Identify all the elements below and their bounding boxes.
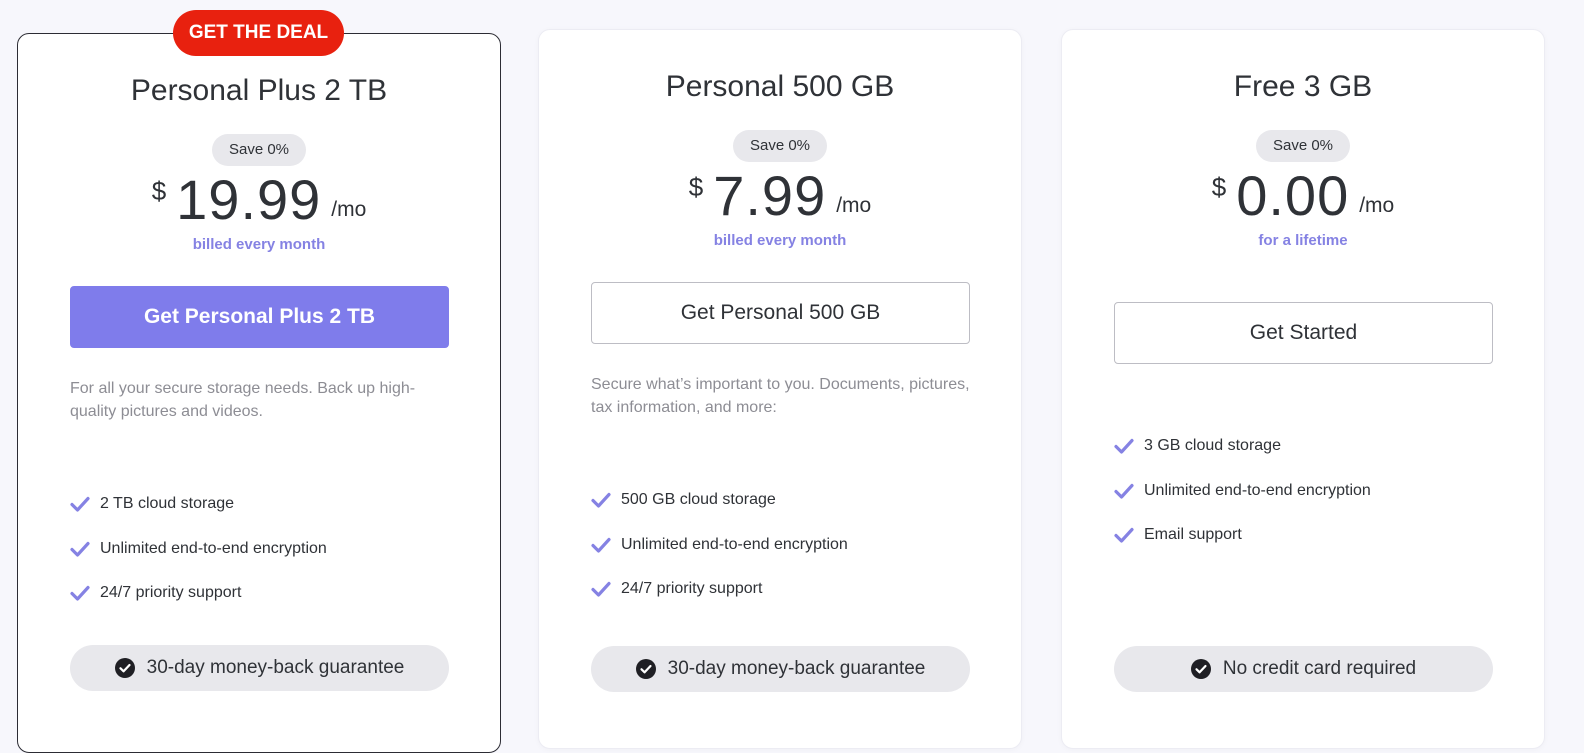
guarantee-text: 30-day money-back guarantee <box>146 657 405 678</box>
get-the-deal-badge: GET THE DEAL <box>173 10 344 56</box>
feature-label: Unlimited end-to-end encryption <box>621 535 848 553</box>
feature-label: 3 GB cloud storage <box>1144 437 1281 455</box>
feature-item: 2 TB cloud storage <box>70 482 327 527</box>
feature-item: Unlimited end-to-end encryption <box>1114 469 1371 514</box>
guarantee-text: No credit card required <box>1222 658 1417 679</box>
checkmark-icon <box>1114 483 1134 499</box>
save-badge: Save 0% <box>212 134 306 166</box>
feature-list: 500 GB cloud storage Unlimited end-to-en… <box>591 478 848 612</box>
feature-label: Unlimited end-to-end encryption <box>1144 481 1371 499</box>
price: $ 0.00 /mo <box>1062 166 1544 226</box>
guarantee-pill: 30-day money-back guarantee <box>591 646 970 692</box>
checkmark-icon <box>1114 439 1134 454</box>
check-circle-icon <box>635 659 656 679</box>
plan-card-personal-plus: Personal Plus 2 TB Save 0% $ 19.99 /mo b… <box>17 33 501 753</box>
plan-description: Secure what’s important to you. Document… <box>591 376 970 416</box>
plan-card-personal-500: Personal 500 GB Save 0% $ 7.99 /mo bille… <box>538 29 1022 749</box>
guarantee-pill: 30-day money-back guarantee <box>70 645 449 691</box>
checkmark-icon <box>591 537 611 553</box>
save-badge: Save 0% <box>733 130 827 162</box>
checkmark-icon <box>70 497 90 512</box>
billing-note: billed every month <box>713 232 847 249</box>
billing-note: for a lifetime <box>1258 232 1348 249</box>
price-period: /mo <box>331 198 367 221</box>
check-circle-icon <box>114 658 135 678</box>
feature-list: 3 GB cloud storage Unlimited end-to-end … <box>1114 424 1371 558</box>
feature-item: 500 GB cloud storage <box>591 478 848 523</box>
check-circle-icon <box>1190 659 1211 679</box>
checkmark-icon <box>70 541 90 557</box>
feature-label: 24/7 priority support <box>621 580 763 598</box>
feature-item: Unlimited end-to-end encryption <box>591 523 848 568</box>
plan-card-free: Free 3 GB Save 0% $ 0.00 /mo for a lifet… <box>1061 29 1545 749</box>
plan-title: Personal Plus 2 TB <box>130 74 388 107</box>
plan-title: Personal 500 GB <box>665 70 895 103</box>
price-amount: 19.99 <box>176 168 322 231</box>
feature-label: Email support <box>1144 526 1242 544</box>
feature-item: Unlimited end-to-end encryption <box>70 527 327 572</box>
get-started-button[interactable]: Get Started <box>1114 302 1493 364</box>
get-personal-500-button[interactable]: Get Personal 500 GB <box>591 282 970 344</box>
price-amount: 0.00 <box>1236 164 1350 227</box>
currency-symbol: $ <box>688 172 704 202</box>
guarantee-pill: No credit card required <box>1114 646 1493 692</box>
feature-item: Email support <box>1114 513 1371 558</box>
get-personal-plus-button[interactable]: Get Personal Plus 2 TB <box>70 286 449 348</box>
feature-item: 24/7 priority support <box>591 567 848 612</box>
feature-label: Unlimited end-to-end encryption <box>100 539 327 557</box>
plan-description: For all your secure storage needs. Back … <box>70 380 416 420</box>
feature-label: 24/7 priority support <box>100 584 242 602</box>
billing-note: billed every month <box>192 236 326 253</box>
price-period: /mo <box>1359 194 1395 217</box>
currency-symbol: $ <box>151 176 167 206</box>
price: $ 7.99 /mo <box>539 166 1021 226</box>
currency-symbol: $ <box>1211 172 1227 202</box>
feature-item: 24/7 priority support <box>70 571 327 616</box>
save-badge: Save 0% <box>1256 130 1350 162</box>
price-amount: 7.99 <box>713 164 827 227</box>
checkmark-icon <box>1114 528 1134 543</box>
price-period: /mo <box>836 194 872 217</box>
price: $ 19.99 /mo <box>18 170 500 230</box>
plan-title: Free 3 GB <box>1233 70 1373 103</box>
feature-list: 2 TB cloud storage Unlimited end-to-end … <box>70 482 327 616</box>
feature-item: 3 GB cloud storage <box>1114 424 1371 469</box>
feature-label: 2 TB cloud storage <box>100 495 235 513</box>
checkmark-icon <box>591 582 611 597</box>
checkmark-icon <box>591 493 611 508</box>
feature-label: 500 GB cloud storage <box>621 491 776 509</box>
checkmark-icon <box>70 586 90 601</box>
guarantee-text: 30-day money-back guarantee <box>667 658 926 679</box>
